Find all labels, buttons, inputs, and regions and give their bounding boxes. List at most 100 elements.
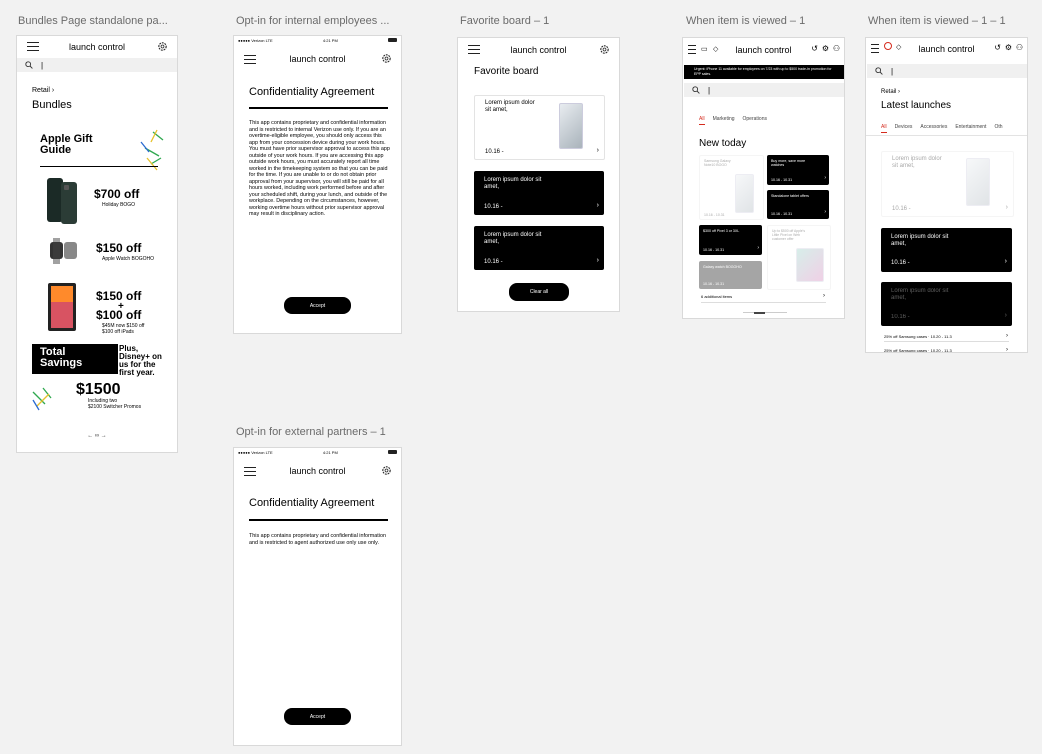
tile-title: Up to $500 off Apple's Little Pixel on W… xyxy=(772,229,806,241)
tile-viewed[interactable]: Up to $500 off Apple's Little Pixel on W… xyxy=(767,225,831,290)
pager[interactable]: ← ∞ → xyxy=(17,433,177,439)
tab-all[interactable]: All xyxy=(699,116,705,125)
chevron-right-icon: › xyxy=(1004,312,1007,319)
inbox-icon[interactable]: ▭ xyxy=(701,45,708,53)
ipad-image xyxy=(48,283,76,331)
breadcrumb[interactable]: Retail › xyxy=(32,87,54,94)
phone-image xyxy=(559,103,583,149)
app-title: launch control xyxy=(735,45,792,55)
chevron-right-icon: › xyxy=(1006,347,1008,353)
favorite-card[interactable]: Lorem ipsum dolor sit amet, 10.16 - › xyxy=(474,171,604,215)
app-title: launch control xyxy=(510,45,567,55)
history-icon[interactable]: ↺ xyxy=(811,44,818,53)
gear-icon[interactable] xyxy=(381,465,392,476)
tab-entertainment[interactable]: Entertainment xyxy=(955,124,986,133)
tab-marketing[interactable]: Marketing xyxy=(713,116,735,125)
promo-row[interactable]: 25% off Samsung cases · 10.20 - 11.3 › xyxy=(884,333,1009,342)
card-date: 10.16 - xyxy=(485,149,504,155)
search-cursor: | xyxy=(891,66,894,76)
app-header: ▭ ◇ launch control ↺ ⚙ ⚇ xyxy=(683,38,844,62)
search-bar[interactable]: | xyxy=(17,58,177,72)
launch-card[interactable]: Lorem ipsum dolor sit amet, 10.16 - › xyxy=(881,228,1012,272)
artboard-viewed: ▭ ◇ launch control ↺ ⚙ ⚇ Urgent: iPhone … xyxy=(682,37,845,319)
tab-all[interactable]: All xyxy=(881,124,887,133)
users-icon[interactable]: ⚇ xyxy=(1016,43,1023,52)
promo-row-label: 25% off Samsung cases · 10.20 - 11.3 xyxy=(884,348,952,353)
tab-accessories[interactable]: Accessories xyxy=(920,124,947,133)
tile-date: 10.16 - 10.31 xyxy=(703,282,725,286)
tile[interactable]: Buy more, save more watches 10.16 - 10.3… xyxy=(767,155,829,185)
accept-button[interactable]: Accept xyxy=(284,708,351,725)
tile[interactable]: Standalone tablet offers 10.16 - 10.31 › xyxy=(767,190,829,219)
tile-title: $300 off Pixel 3 or 3XL xyxy=(703,229,740,233)
tile-date: 10.16 - 10.31 xyxy=(771,212,793,216)
apple-watch-image xyxy=(50,238,77,264)
page-title: Latest launches xyxy=(881,100,952,111)
tab-operations[interactable]: Operations xyxy=(743,116,767,125)
tile[interactable]: $300 off Pixel 3 or 3XL 10.16 - 10.31 › xyxy=(699,225,762,255)
clear-all-button[interactable]: Clear all xyxy=(509,283,569,301)
disney-text: Plus, Disney+ on us for the first year. xyxy=(119,344,162,377)
favorite-card[interactable]: Lorem ipsum dolor sit amet, 10.16 - › xyxy=(474,226,604,270)
status-bar: ●●●●● Verizon LTE 4:21 PM xyxy=(234,448,401,456)
record-icon[interactable] xyxy=(884,42,892,50)
promo-row[interactable]: 25% off Samsung cases · 10.20 - 11.3 › xyxy=(884,347,1009,353)
menu-icon[interactable] xyxy=(688,45,696,54)
gear-icon[interactable] xyxy=(599,44,610,55)
accept-button[interactable]: Accept xyxy=(284,297,351,314)
offer1-sub: Holiday BOGO xyxy=(102,202,136,208)
menu-icon[interactable] xyxy=(27,42,39,51)
launch-card-viewed[interactable]: Lorem ipsum dolor sit amet, 10.16 - › xyxy=(881,282,1012,326)
users-icon[interactable]: ⚇ xyxy=(833,44,840,53)
offer1-price: $700 off xyxy=(94,187,140,201)
gear-icon[interactable] xyxy=(381,53,392,64)
card-title: Lorem ipsum dolor sit amet, xyxy=(891,288,949,301)
iphone-image xyxy=(47,178,77,224)
phone-image xyxy=(796,248,824,282)
gear-icon[interactable]: ⚙ xyxy=(822,44,829,53)
artboard-title-external: Opt-in for external partners – 1 xyxy=(236,426,386,438)
history-icon[interactable]: ↺ xyxy=(994,43,1001,52)
location-icon[interactable]: ◇ xyxy=(713,45,718,53)
page-title: Bundles xyxy=(32,99,72,111)
app-header: launch control xyxy=(458,38,619,62)
section-title: New today xyxy=(699,138,747,149)
tab-devices[interactable]: Devices xyxy=(895,124,913,133)
tile-date: 10.16 - 10.31 xyxy=(704,213,725,217)
card-date: 10.16 - xyxy=(892,206,911,212)
gear-icon[interactable] xyxy=(157,41,168,52)
card-title: Lorem ipsum dolor sit amet, xyxy=(892,156,942,169)
tab-divider xyxy=(866,135,1027,136)
tile-viewed[interactable]: Samsung Galaxy Note10 BOGO 10.16 - 10.31 xyxy=(699,155,764,220)
chevron-right-icon: › xyxy=(596,147,599,154)
clock: 4:21 PM xyxy=(322,449,338,455)
menu-icon[interactable] xyxy=(871,44,879,53)
location-icon[interactable]: ◇ xyxy=(896,43,901,51)
chevron-right-icon: › xyxy=(1004,258,1007,265)
gear-icon[interactable]: ⚙ xyxy=(1005,43,1012,52)
battery-icon xyxy=(388,38,397,42)
artboard-title-viewed2: When item is viewed – 1 – 1 xyxy=(868,15,1006,27)
tile-viewed[interactable]: Galaxy watch BOGOHO 10.16 - 10.31 xyxy=(699,261,762,289)
app-header: launch control xyxy=(17,36,177,58)
app-header: launch control xyxy=(234,456,401,486)
chevron-right-icon: › xyxy=(757,245,759,251)
search-bar[interactable]: | xyxy=(684,83,844,97)
tab-other[interactable]: Oth xyxy=(994,124,1002,133)
menu-icon[interactable] xyxy=(468,45,480,54)
artboard-favorite: launch control Favorite board Lorem ipsu… xyxy=(457,37,620,312)
launch-card-viewed[interactable]: Lorem ipsum dolor sit amet, 10.16 - › xyxy=(881,151,1014,217)
search-icon xyxy=(25,61,33,69)
favorite-card[interactable]: Lorem ipsum dolor sit amet, 10.16 - › xyxy=(474,95,605,160)
search-bar[interactable]: | xyxy=(867,64,1027,78)
card-title: Lorem ipsum dolor sit amet, xyxy=(891,234,949,247)
menu-icon[interactable] xyxy=(244,467,256,476)
battery-icon xyxy=(388,450,397,454)
urgent-banner[interactable]: Urgent: iPhone 11 available for employee… xyxy=(684,65,844,79)
page-title: Favorite board xyxy=(474,66,539,77)
menu-icon[interactable] xyxy=(244,55,256,64)
additional-items-link[interactable]: 6 additional items › xyxy=(701,293,826,303)
tile-date: 10.16 - 10.31 xyxy=(703,248,725,252)
breadcrumb[interactable]: Retail › xyxy=(881,89,900,95)
artboard-internal: ●●●●● Verizon LTE 4:21 PM launch control… xyxy=(233,35,402,334)
